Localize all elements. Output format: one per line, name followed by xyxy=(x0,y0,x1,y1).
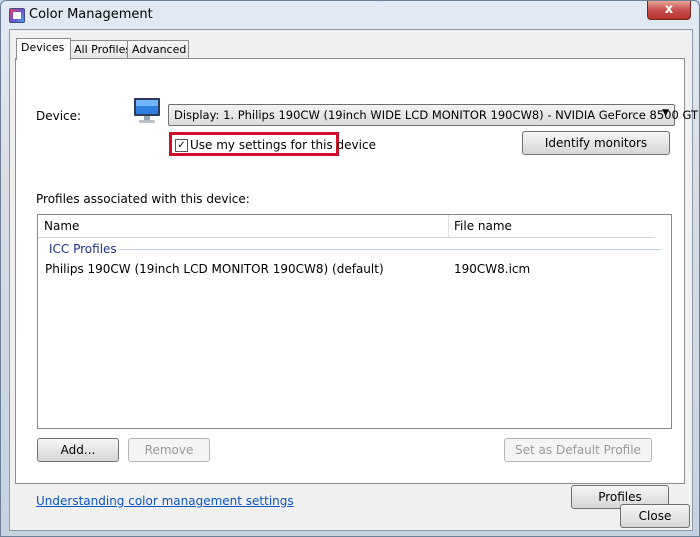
use-my-settings-checkbox[interactable]: ✓ xyxy=(175,139,188,152)
column-separator[interactable] xyxy=(448,215,449,237)
window-close-button[interactable]: x xyxy=(647,1,691,20)
chevron-down-icon: ▼ xyxy=(662,108,669,118)
monitor-icon xyxy=(134,98,160,123)
color-management-window: Color Management x Devices All Profiles … xyxy=(0,0,700,537)
device-select-value: Display: 1. Philips 190CW (19inch WIDE L… xyxy=(174,108,698,122)
identify-monitors-button[interactable]: Identify monitors xyxy=(522,131,670,155)
dialog-body: Devices All Profiles Advanced Device: Di… xyxy=(9,29,698,531)
devices-tab-panel: Device: Display: 1. Philips 190CW (19inc… xyxy=(15,58,698,509)
group-divider xyxy=(118,249,661,250)
use-my-settings-highlight: ✓ Use my settings for this device xyxy=(169,132,376,156)
profiles-list[interactable]: Name File name ICC Profiles Philips 190C… xyxy=(37,214,672,429)
window-title: Color Management xyxy=(29,7,153,22)
profiles-list-header: Name File name xyxy=(38,215,655,238)
column-header-file-name[interactable]: File name xyxy=(454,219,512,233)
remove-profile-button[interactable]: Remove xyxy=(128,438,210,462)
tab-advanced[interactable]: Advanced xyxy=(127,40,189,58)
profile-row-file[interactable]: 190CW8.icm xyxy=(454,262,530,276)
profiles-section-label: Profiles associated with this device: xyxy=(36,192,250,206)
device-label: Device: xyxy=(36,109,82,123)
profile-row-name[interactable]: Philips 190CW (19inch LCD MONITOR 190CW8… xyxy=(45,262,384,276)
add-profile-button[interactable]: Add... xyxy=(37,438,119,462)
tab-all-profiles[interactable]: All Profiles xyxy=(69,40,131,58)
column-header-name[interactable]: Name xyxy=(44,219,79,233)
understanding-color-management-link[interactable]: Understanding color management settings xyxy=(36,494,294,508)
group-label-icc-profiles: ICC Profiles xyxy=(49,242,117,256)
close-button[interactable]: Close xyxy=(620,504,690,528)
set-default-profile-button[interactable]: Set as Default Profile xyxy=(504,438,652,462)
title-bar[interactable]: Color Management x xyxy=(1,1,699,29)
tab-devices[interactable]: Devices xyxy=(16,38,71,60)
use-my-settings-label[interactable]: Use my settings for this device xyxy=(190,138,376,152)
device-select[interactable]: Display: 1. Philips 190CW (19inch WIDE L… xyxy=(168,104,698,126)
color-management-app-icon xyxy=(9,8,25,23)
